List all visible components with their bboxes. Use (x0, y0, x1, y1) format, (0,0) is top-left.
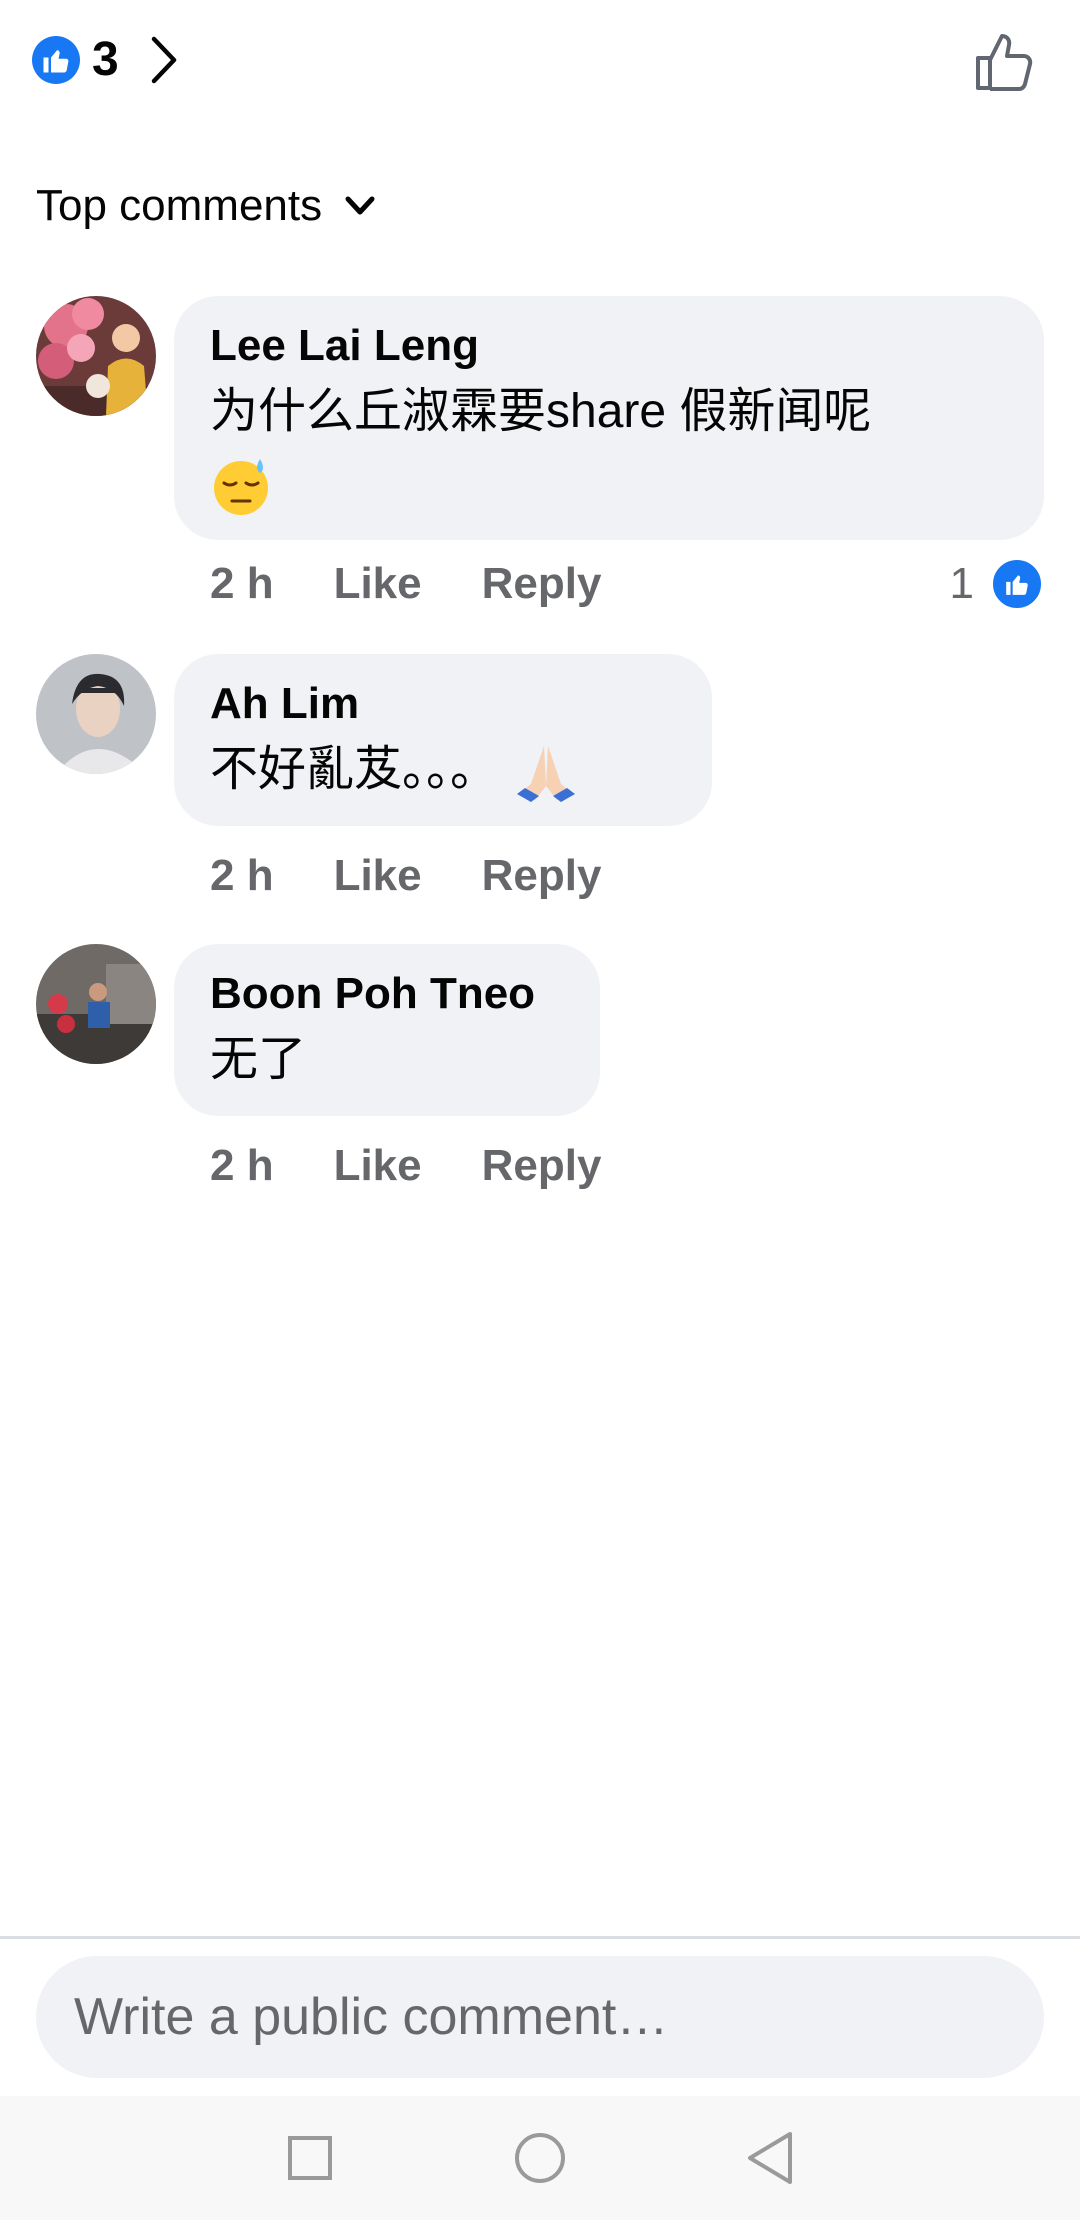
sort-label: Top comments (36, 181, 323, 230)
back-button[interactable] (720, 2108, 820, 2208)
comment-like-count[interactable]: 1 (950, 554, 1044, 614)
like-comment-button[interactable]: Like (334, 851, 422, 901)
avatar[interactable] (36, 944, 156, 1064)
reply-comment-button[interactable]: Reply (482, 1141, 602, 1191)
chevron-right-icon (143, 30, 183, 90)
system-navigation-bar (0, 2096, 1080, 2220)
comment-time: 2 h (210, 1141, 274, 1190)
sort-comments-dropdown[interactable]: Top comments (36, 176, 378, 236)
reply-comment-button[interactable]: Reply (482, 559, 602, 609)
comment-actions: 2 h Like Reply (210, 554, 601, 614)
comment-author[interactable]: Lee Lai Leng (210, 316, 1008, 376)
reactions-header: 3 (0, 0, 1080, 120)
comment-actions: 2 h Like Reply (210, 846, 601, 906)
like-reaction-icon (32, 36, 80, 84)
like-comment-button[interactable]: Like (334, 1141, 422, 1191)
comment-author[interactable]: Ah Lim (210, 674, 676, 734)
avatar[interactable] (36, 296, 156, 416)
comment-input-placeholder: Write a public comment… (74, 1988, 669, 2046)
divider (0, 1936, 1080, 1939)
downcast-face-with-sweat-icon (210, 455, 272, 517)
comment-text: 无了 (210, 1033, 307, 1086)
comment-time: 2 h (210, 851, 274, 900)
like-reaction-icon (990, 557, 1044, 611)
home-button[interactable] (490, 2108, 590, 2208)
comment-bubble[interactable]: Lee Lai Leng 为什么丘淑霖要share 假新闻呢 (174, 296, 1044, 540)
home-circle-icon (515, 2133, 565, 2183)
comment-actions: 2 h Like Reply (210, 1136, 601, 1196)
recents-button[interactable] (260, 2108, 360, 2208)
like-comment-button[interactable]: Like (334, 559, 422, 609)
back-triangle-icon (748, 2132, 792, 2184)
recents-square-icon (288, 2136, 332, 2180)
like-count-value: 1 (949, 559, 974, 608)
comment-time: 2 h (210, 559, 274, 608)
reply-comment-button[interactable]: Reply (482, 851, 602, 901)
comment-bubble[interactable]: Ah Lim 不好亂芨。。。 (174, 654, 712, 826)
comment-bubble[interactable]: Boon Poh Tneo 无了 (174, 944, 600, 1116)
reaction-count: 3 (92, 33, 119, 86)
reactions-summary[interactable]: 3 (32, 30, 183, 90)
comment-text: 为什么丘淑霖要share 假新闻呢 (210, 385, 872, 438)
thumbs-up-outline-icon (976, 34, 1033, 91)
comment-text: 不好亂芨。。。 (210, 743, 499, 796)
comment-input[interactable]: Write a public comment… (36, 1956, 1044, 2078)
folded-hands-icon (511, 740, 581, 804)
avatar[interactable] (36, 654, 156, 774)
comment-author[interactable]: Boon Poh Tneo (210, 964, 564, 1024)
like-post-button[interactable] (968, 26, 1040, 98)
chevron-down-icon (342, 188, 378, 224)
